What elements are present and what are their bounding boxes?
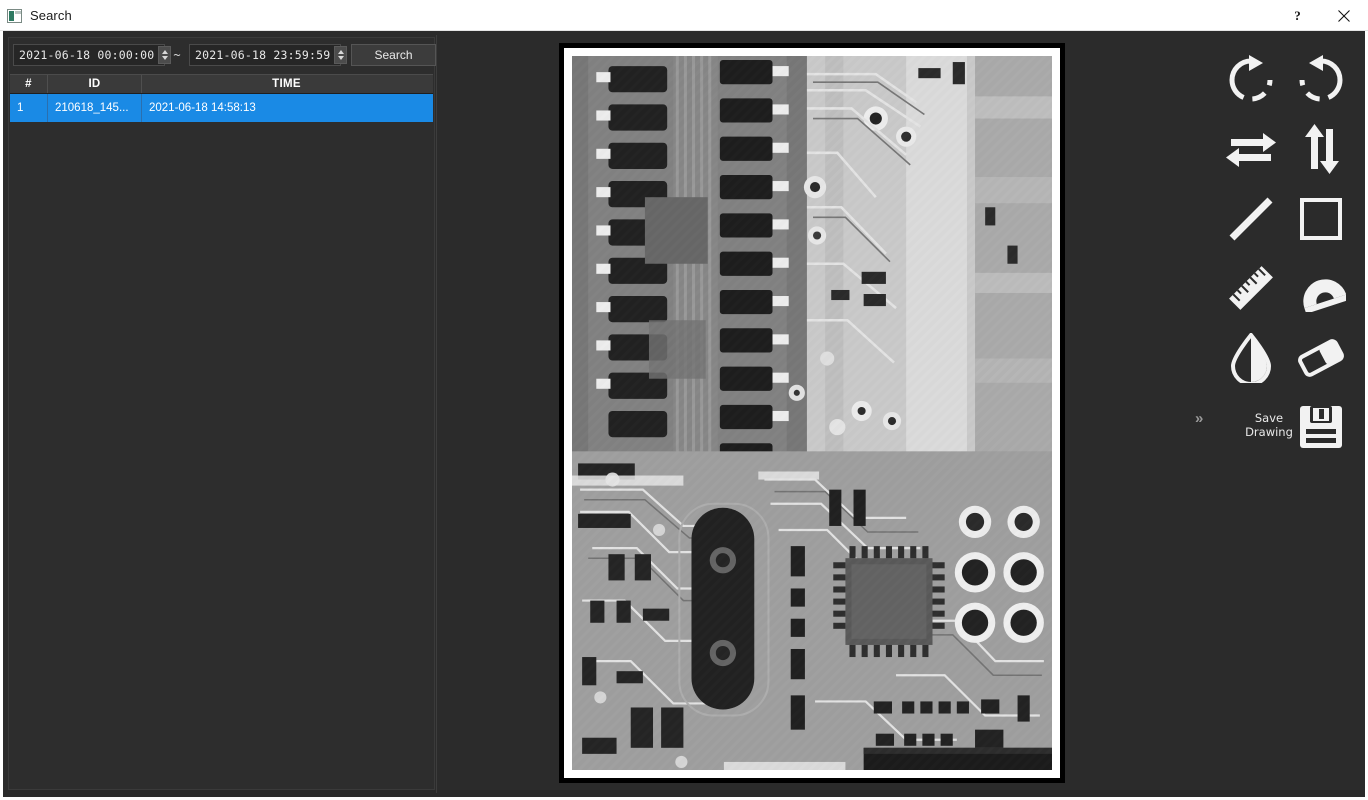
titlebar-left-group: Search <box>7 0 72 31</box>
to-datetime-stepper[interactable] <box>334 46 348 64</box>
image-canvas[interactable] <box>564 48 1060 778</box>
cell-number: 1 <box>10 94 48 122</box>
flip-vertical-icon <box>1305 124 1339 174</box>
rotate-clockwise-icon <box>1229 55 1273 102</box>
stepper-down-icon[interactable] <box>337 56 344 60</box>
cell-time: 2021-06-18 14:58:13 <box>149 102 256 114</box>
contrast-tool-icon <box>1230 333 1272 383</box>
application-body: 2021-06-18 00:00:00 ~ 2021-06-18 23:59:5… <box>0 31 1368 800</box>
image-viewer <box>437 31 1189 794</box>
to-datetime-input[interactable]: 2021-06-18 23:59:59 <box>189 44 348 66</box>
results-table: # ID TIME 1 210618_145... 2021-06-18 14:… <box>10 74 433 122</box>
close-button[interactable] <box>1320 0 1368 31</box>
results-table-header: # ID TIME <box>10 74 433 94</box>
svg-text:?: ? <box>1294 9 1301 23</box>
flip-vertical-button[interactable] <box>1290 118 1352 180</box>
stepper-up-icon[interactable] <box>161 50 168 54</box>
save-drawing-button[interactable] <box>1290 396 1352 458</box>
contrast-tool-button[interactable] <box>1220 327 1282 389</box>
protractor-tool-button[interactable] <box>1290 257 1352 319</box>
pcb-xray-image[interactable] <box>572 56 1052 770</box>
search-results-panel: 2021-06-18 00:00:00 ~ 2021-06-18 23:59:5… <box>8 37 436 790</box>
save-drawing-label-line2: Drawing <box>1245 425 1293 439</box>
help-button[interactable]: ? <box>1274 0 1320 31</box>
from-datetime-stepper[interactable] <box>158 46 172 64</box>
app-window-icon <box>7 8 22 23</box>
table-row[interactable]: 1 210618_145... 2021-06-18 14:58:13 <box>10 94 433 122</box>
rectangle-tool-button[interactable] <box>1290 188 1352 250</box>
flip-horizontal-icon <box>1226 133 1276 167</box>
save-drawing-label-line1: Save <box>1254 411 1284 425</box>
from-datetime-value: 2021-06-18 00:00:00 <box>19 48 155 62</box>
to-datetime-value: 2021-06-18 23:59:59 <box>195 48 331 62</box>
save-drawing-icon <box>1300 406 1342 448</box>
close-icon <box>1338 9 1350 22</box>
rotate-counterclockwise-icon <box>1299 55 1343 102</box>
column-header-id[interactable]: ID <box>48 75 142 93</box>
eraser-tool-button[interactable] <box>1290 327 1352 389</box>
flip-horizontal-button[interactable] <box>1220 118 1282 180</box>
image-frame <box>559 43 1065 783</box>
eraser-tool-icon <box>1298 339 1344 377</box>
cell-id: 210618_145... <box>48 94 142 122</box>
rotate-counterclockwise-button[interactable] <box>1290 49 1352 111</box>
titlebar-buttons: ? <box>1274 0 1368 31</box>
from-datetime-input[interactable]: 2021-06-18 00:00:00 <box>13 44 172 66</box>
line-tool-button[interactable] <box>1220 188 1282 250</box>
edit-toolbar: » Save Drawing <box>1189 31 1368 794</box>
column-header-time[interactable]: TIME <box>142 75 431 93</box>
stepper-down-icon[interactable] <box>161 56 168 60</box>
column-header-number[interactable]: # <box>10 75 48 93</box>
rectangle-tool-icon <box>1300 198 1342 240</box>
ruler-tool-icon <box>1229 266 1273 310</box>
expand-chevron-icon[interactable]: » <box>1195 410 1203 427</box>
rotate-clockwise-button[interactable] <box>1220 49 1282 111</box>
save-drawing-label: Save Drawing <box>1241 411 1297 439</box>
ruler-tool-button[interactable] <box>1220 257 1282 319</box>
search-controls-row: 2021-06-18 00:00:00 ~ 2021-06-18 23:59:5… <box>13 44 436 66</box>
window-titlebar: Search ? <box>0 0 1368 31</box>
protractor-tool-icon <box>1303 279 1346 312</box>
search-button[interactable]: Search <box>351 44 436 66</box>
line-tool-icon <box>1229 197 1273 241</box>
window-title: Search <box>30 8 72 23</box>
stepper-up-icon[interactable] <box>337 50 344 54</box>
